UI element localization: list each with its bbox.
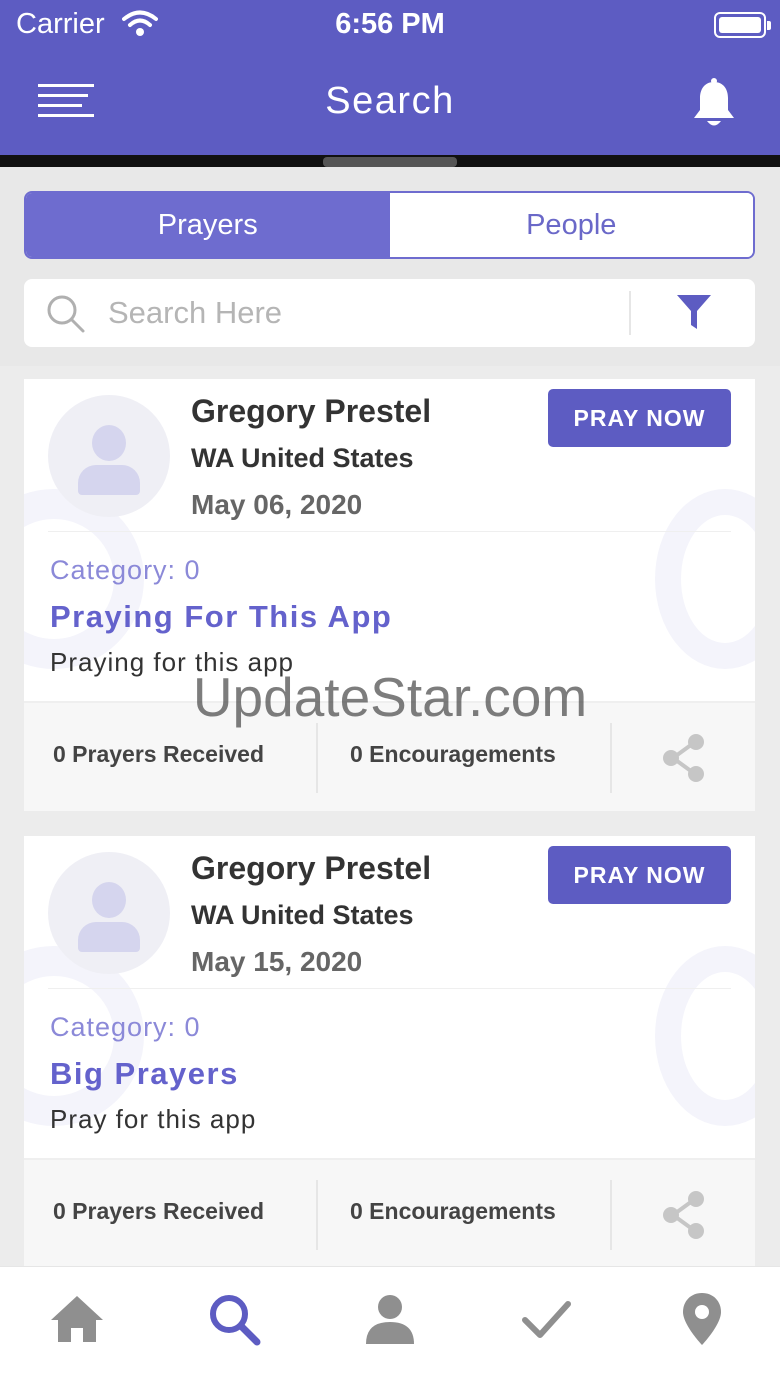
page-title: Search: [325, 80, 455, 122]
prayer-card: Gregory Prestel WA United States May 15,…: [24, 836, 755, 1266]
card-watermark: [655, 489, 755, 669]
drag-handle: [323, 157, 457, 167]
card-divider: [48, 988, 731, 989]
bottom-tab-bar: [0, 1266, 780, 1387]
filter-icon[interactable]: [675, 293, 713, 331]
post-date: May 06, 2020: [191, 489, 363, 520]
prayer-title[interactable]: Praying For This App: [50, 599, 392, 635]
card-divider: [48, 531, 731, 532]
user-name[interactable]: Gregory Prestel: [191, 393, 431, 430]
pray-now-button[interactable]: PRAY NOW: [548, 389, 731, 447]
search-divider: [629, 291, 631, 335]
location-pin-icon[interactable]: [667, 1289, 737, 1349]
prayer-title[interactable]: Big Prayers: [50, 1056, 239, 1092]
user-name[interactable]: Gregory Prestel: [191, 850, 431, 887]
share-icon[interactable]: [661, 733, 707, 783]
search-icon: [47, 295, 85, 333]
prayer-category: Category: 0: [50, 1012, 201, 1042]
search-input[interactable]: [108, 289, 608, 337]
nav-bar: Search: [0, 50, 780, 155]
card-watermark: [655, 946, 755, 1126]
footer-divider: [610, 1180, 612, 1250]
card-footer: 0 Prayers Received 0 Encouragements: [24, 701, 755, 811]
footer-divider: [316, 1180, 318, 1250]
card-footer: 0 Prayers Received 0 Encouragements: [24, 1158, 755, 1266]
segmented-tabs: Prayers People: [24, 191, 755, 259]
prayers-received-count[interactable]: 0 Prayers Received: [53, 1198, 264, 1225]
footer-divider: [316, 723, 318, 793]
prayer-text: Praying for this app: [50, 647, 295, 677]
user-location: WA United States: [191, 443, 414, 473]
battery-icon: [714, 12, 771, 38]
footer-divider: [610, 723, 612, 793]
prayer-category: Category: 0: [50, 555, 201, 585]
avatar[interactable]: [48, 852, 170, 974]
post-date: May 15, 2020: [191, 946, 363, 977]
prayers-received-count[interactable]: 0 Prayers Received: [53, 741, 264, 768]
user-location: WA United States: [191, 900, 414, 930]
prayer-feed: Gregory Prestel WA United States May 06,…: [0, 366, 780, 1266]
home-icon[interactable]: [42, 1289, 112, 1349]
avatar[interactable]: [48, 395, 170, 517]
bell-icon[interactable]: [692, 78, 736, 128]
status-bar: Carrier 6:56 PM: [0, 0, 780, 50]
prayer-card: Gregory Prestel WA United States May 06,…: [24, 379, 755, 811]
tab-prayers[interactable]: Prayers: [26, 193, 390, 257]
encouragements-count[interactable]: 0 Encouragements: [350, 1198, 556, 1225]
nav-divider: [0, 155, 780, 167]
encouragements-count[interactable]: 0 Encouragements: [350, 741, 556, 768]
tab-people[interactable]: People: [389, 193, 753, 257]
search-icon[interactable]: [199, 1289, 269, 1349]
share-icon[interactable]: [661, 1190, 707, 1240]
profile-icon[interactable]: [355, 1289, 425, 1349]
pray-now-button[interactable]: PRAY NOW: [548, 846, 731, 904]
prayer-text: Pray for this app: [50, 1104, 257, 1134]
status-time: 6:56 PM: [335, 8, 445, 40]
search-bar: [24, 279, 755, 347]
check-icon[interactable]: [511, 1289, 581, 1349]
